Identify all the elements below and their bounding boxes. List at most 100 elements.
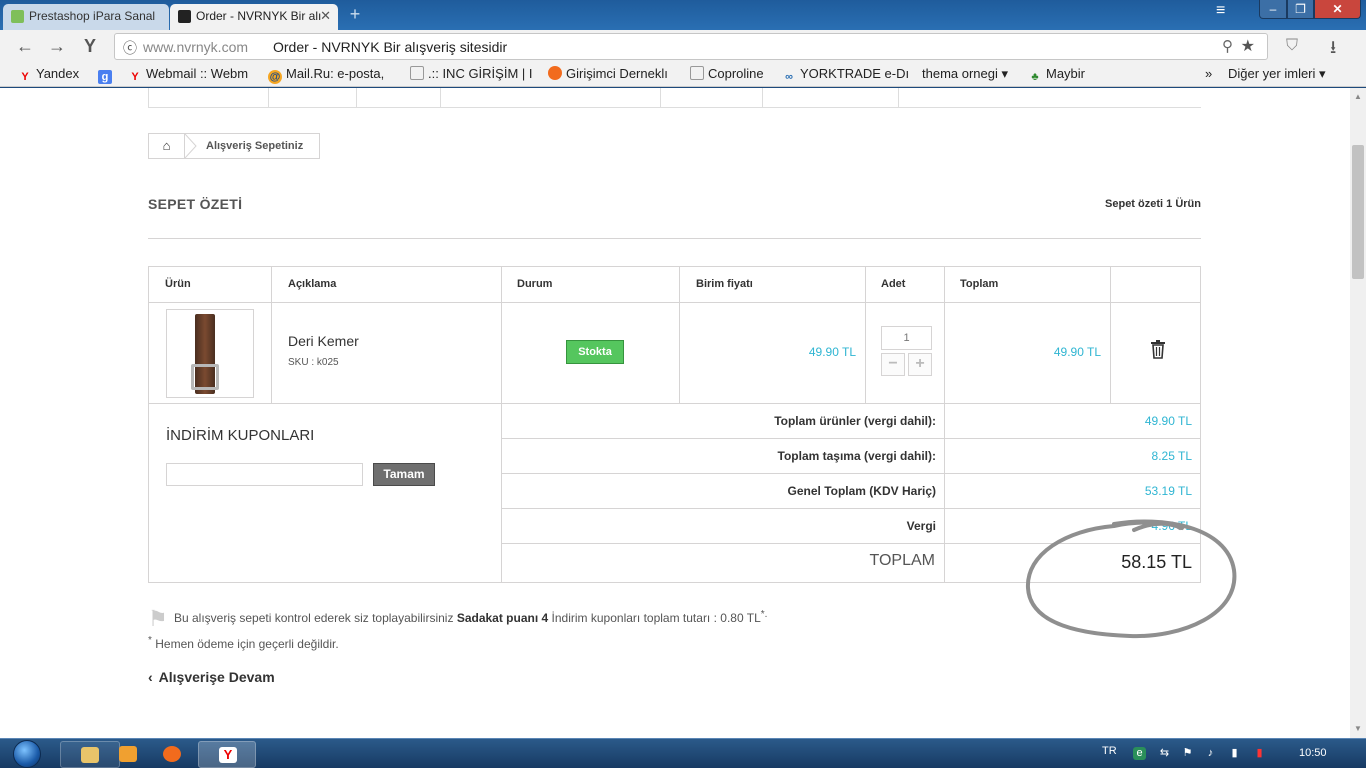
grand-total-label: TOPLAM — [869, 552, 936, 569]
tab-prestashop[interactable]: Prestashop iPara Sanal — [3, 4, 169, 30]
total-products-value: 49.90 TL — [1144, 414, 1192, 428]
divider — [501, 438, 1200, 439]
quantity-increase-button[interactable]: + — [908, 353, 932, 376]
loyalty-note: * Hemen ödeme için geçerli değildir. — [148, 635, 339, 651]
divider — [148, 238, 1201, 239]
bookmark-google[interactable]: g — [98, 66, 116, 84]
network-sync-icon[interactable]: ⇆ — [1158, 747, 1171, 760]
yorktrade-icon: ∞ — [785, 71, 793, 83]
total-excl-tax-value: 53.19 TL — [1144, 484, 1192, 498]
url-host: www.nvrnyk.com — [143, 39, 249, 55]
coupon-code-input[interactable] — [166, 463, 363, 486]
header-unit-price: Birim fiyatı — [696, 278, 753, 290]
google-icon: g — [98, 70, 112, 84]
scroll-down-icon[interactable]: ▼ — [1354, 724, 1362, 733]
trash-icon[interactable] — [1150, 339, 1166, 364]
buckle-image — [191, 364, 219, 390]
cart-summary-count: Sepet özeti 1 Ürün — [1105, 198, 1201, 210]
continue-shopping-link[interactable]: ‹ Alışverişe Devam — [148, 669, 275, 685]
page-info-icon[interactable]: ⓒ — [123, 38, 137, 58]
bookmark-mailru[interactable]: @ Mail.Ru: e-posta, — [268, 66, 384, 84]
new-tab-button[interactable]: + — [344, 5, 366, 24]
bookmark-girisimci[interactable]: Girişimci Derneklı — [548, 66, 668, 81]
page-icon — [690, 66, 704, 80]
search-icon[interactable]: ⚲ — [1222, 37, 1233, 55]
yandex-logo-icon[interactable]: Y — [84, 36, 96, 57]
taskbar-yandex-browser[interactable]: Y — [198, 741, 256, 768]
bookmark-inc[interactable]: .:: INC GİRİŞİM | I — [410, 66, 533, 81]
quantity-input[interactable]: 1 — [881, 326, 932, 350]
other-bookmarks[interactable]: Diğer yer imleri ▾ — [1228, 66, 1326, 82]
browser-tab-bar: Prestashop iPara Sanal Order - NVRNYK Bi… — [0, 0, 1366, 30]
close-window-button[interactable]: ✕ — [1314, 0, 1361, 19]
address-bar[interactable]: ⓒ www.nvrnyk.com Order - NVRNYK Bir alış… — [114, 33, 1268, 60]
taskbar-app-orange[interactable] — [135, 741, 193, 768]
bookmark-coproline[interactable]: Coproline — [690, 66, 764, 81]
webmail-icon: Y — [131, 71, 139, 83]
tab-order[interactable]: Order - NVRNYK Bir alı ✕ — [170, 4, 338, 30]
yandex-browser-icon: Y — [219, 747, 237, 763]
bookmark-webmail[interactable]: Y Webmail :: Webm — [128, 66, 248, 84]
start-button[interactable] — [2, 739, 52, 768]
tray-app-icon[interactable]: e — [1133, 747, 1146, 760]
annotation-circle — [1025, 519, 1237, 639]
divider — [149, 302, 1200, 303]
close-tab-icon[interactable]: ✕ — [320, 4, 331, 28]
total-excl-tax-label: Genel Toplam (KDV Hariç) — [787, 484, 936, 498]
bookmark-thema[interactable]: thema ornegi ▾ — [922, 66, 1008, 82]
divider — [501, 508, 1200, 509]
menu-icon[interactable]: ≡ — [1216, 2, 1225, 20]
language-indicator[interactable]: TR — [1102, 745, 1117, 757]
total-shipping-label: Toplam taşıma (vergi dahil): — [777, 449, 936, 463]
divider — [501, 267, 502, 582]
loyalty-notice: ⚑ Bu alışveriş sepeti kontrol ederek siz … — [148, 606, 768, 631]
product-thumbnail[interactable] — [166, 309, 254, 398]
bookmark-yandex[interactable]: Y Yandex — [18, 66, 79, 84]
signal-bars-icon[interactable]: ▮ — [1228, 747, 1241, 760]
scroll-up-icon[interactable]: ▲ — [1354, 92, 1362, 101]
home-icon[interactable]: ⌂ — [149, 134, 185, 158]
flag-icon: ⚑ — [148, 606, 168, 631]
windows-logo-icon — [13, 740, 41, 768]
scroll-thumb[interactable] — [1352, 145, 1364, 279]
battery-icon[interactable]: ▮ — [1253, 747, 1266, 760]
shop-favicon-icon — [178, 10, 191, 23]
breadcrumb-current: Alışveriş Sepetiniz — [206, 140, 304, 152]
bookmark-maybir[interactable]: ♣ Maybir — [1028, 66, 1085, 84]
download-icon[interactable]: ⭳ — [1330, 35, 1336, 65]
quantity-decrease-button[interactable]: − — [881, 353, 905, 376]
dernek-icon — [548, 66, 562, 80]
url-title: Order - NVRNYK Bir alışveriş sitesidir — [273, 39, 508, 55]
top-menu-remnant — [148, 88, 1201, 108]
apply-coupon-button[interactable]: Tamam — [373, 463, 435, 486]
total-products-label: Toplam ürünler (vergi dahil): — [774, 414, 936, 428]
tab-label: Order - NVRNYK Bir alı — [196, 9, 322, 23]
row-total: 49.90 TL — [1053, 345, 1101, 359]
action-center-flag-icon[interactable]: ⚑ — [1181, 747, 1194, 760]
chevron-left-icon: ‹ — [148, 669, 153, 685]
bookmark-star-icon[interactable]: ★ — [1241, 36, 1255, 56]
clock[interactable]: 10:50 — [1299, 747, 1327, 759]
tab-label: Prestashop iPara Sanal — [29, 9, 156, 23]
scrollbar[interactable]: ▲ ▼ — [1350, 88, 1366, 738]
more-bookmarks-chevron-icon[interactable]: » — [1205, 66, 1212, 81]
header-product: Ürün — [165, 278, 191, 290]
protect-shield-icon[interactable]: ⛉ — [1286, 37, 1298, 55]
page-title: SEPET ÖZETİ — [148, 196, 243, 212]
header-total: Toplam — [960, 278, 999, 290]
total-shipping-value: 8.25 TL — [1151, 449, 1192, 463]
header-quantity: Adet — [881, 278, 906, 290]
product-name-link[interactable]: Deri Kemer — [288, 333, 359, 349]
status-badge: Stokta — [566, 340, 624, 364]
divider — [865, 267, 866, 403]
page-viewport: ⌂ Alışveriş Sepetiniz SEPET ÖZETİ Sepet … — [0, 88, 1350, 738]
forward-arrow-icon[interactable]: → — [48, 36, 66, 57]
minimize-button[interactable]: – — [1259, 0, 1287, 19]
divider — [149, 403, 1200, 404]
prestashop-favicon-icon — [11, 10, 24, 23]
back-arrow-icon[interactable]: ← — [16, 36, 34, 57]
maximize-button[interactable]: ❐ — [1287, 0, 1314, 19]
volume-icon[interactable]: ♪ — [1204, 747, 1217, 760]
divider — [501, 473, 1200, 474]
bookmark-yorktrade[interactable]: ∞ YORKTRADE e-Dı — [782, 66, 909, 84]
